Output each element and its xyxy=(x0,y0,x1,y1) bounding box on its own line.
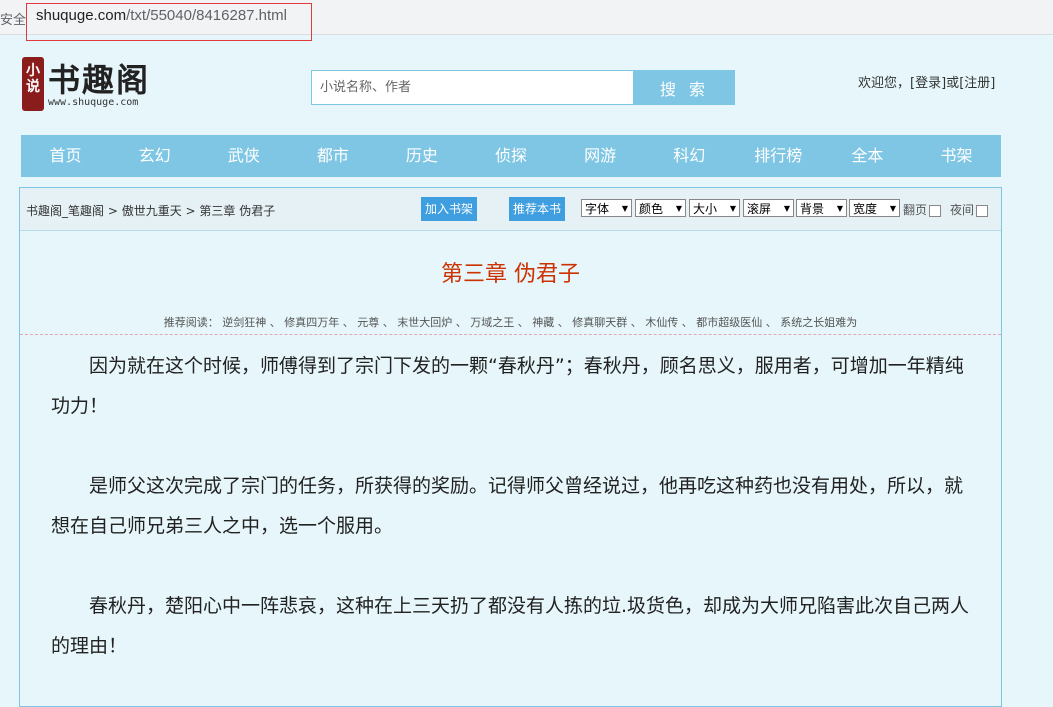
night-mode-checkbox[interactable] xyxy=(976,204,989,217)
background-select[interactable]: 背景 ▼ xyxy=(796,199,847,217)
logo-url: www.shuquge.com xyxy=(48,97,139,108)
nav-ranking[interactable]: 排行榜 xyxy=(734,135,823,177)
main-nav: 首页 玄幻 武侠 都市 历史 侦探 网游 科幻 排行榜 全本 书架 xyxy=(21,135,1001,177)
url-text[interactable]: shuquge.com/txt/55040/8416287.html xyxy=(36,7,287,24)
dropdown-arrow-icon: ▼ xyxy=(836,204,843,213)
logo-title: 书趣阁 xyxy=(48,61,151,99)
nav-lishi[interactable]: 历史 xyxy=(377,135,466,177)
reader-toolbar: 书趣阁_笔趣阁 > 傲世九重天 > 第三章 伪君子 加入书架 推荐本书 字体 ▼ … xyxy=(20,188,1001,231)
color-select[interactable]: 颜色 ▼ xyxy=(635,199,686,217)
divider xyxy=(20,334,1001,335)
dropdown-arrow-icon: ▼ xyxy=(783,204,790,213)
content-paragraph: 春秋丹，楚阳心中一阵悲哀，这种在上三天扔了都没有人拣的垃.圾货色，却成为大师兄陷… xyxy=(51,595,970,657)
nav-wuxia[interactable]: 武侠 xyxy=(199,135,288,177)
nav-xuanhuan[interactable]: 玄幻 xyxy=(110,135,199,177)
breadcrumb-sep: > xyxy=(104,204,122,218)
nav-bookshelf[interactable]: 书架 xyxy=(912,135,1001,177)
night-mode-label: 夜间 xyxy=(950,203,975,217)
breadcrumb: 书趣阁_笔趣阁 > 傲世九重天 > 第三章 伪君子 xyxy=(26,202,275,219)
recommend-book-link[interactable]: 神藏 xyxy=(532,316,554,329)
recommend-label: 推荐阅读： xyxy=(163,316,219,329)
url-domain: shuquge.com xyxy=(36,7,127,24)
breadcrumb-sep: > xyxy=(181,204,200,218)
breadcrumb-site[interactable]: 书趣阁_笔趣阁 xyxy=(26,204,104,218)
breadcrumb-book[interactable]: 傲世九重天 xyxy=(122,204,182,218)
security-label: 安全 xyxy=(0,13,27,28)
dropdown-arrow-icon: ▼ xyxy=(729,204,736,213)
search-input[interactable] xyxy=(311,70,634,105)
browser-address-bar: 安全 shuquge.com/txt/55040/8416287.html xyxy=(0,0,1053,41)
width-select-label: 宽度 xyxy=(853,202,878,216)
recommend-book-link[interactable]: 元尊 xyxy=(357,316,379,329)
night-mode-option: 夜间 xyxy=(950,201,989,218)
site-logo[interactable]: 小说 书趣阁 www.shuquge.com xyxy=(20,55,160,115)
register-link[interactable]: [注册] xyxy=(959,76,995,91)
recommend-book-link[interactable]: 修真聊天群 xyxy=(572,316,627,329)
dropdown-arrow-icon: ▼ xyxy=(675,204,682,213)
content-paragraph: 是师父这次完成了宗门的任务，所获得的奖励。记得师父曾经说过，他再吃这种药也没有用… xyxy=(51,475,964,537)
reader-panel: 书趣阁_笔趣阁 > 傲世九重天 > 第三章 伪君子 加入书架 推荐本书 字体 ▼ … xyxy=(19,187,1002,707)
nav-wangyou[interactable]: 网游 xyxy=(556,135,645,177)
page-flip-option: 翻页 xyxy=(903,201,942,218)
welcome-text: 欢迎您， xyxy=(858,76,911,91)
recommend-book-link[interactable]: 系统之长姐难为 xyxy=(780,316,857,329)
nav-dushi[interactable]: 都市 xyxy=(288,135,377,177)
size-select[interactable]: 大小 ▼ xyxy=(689,199,740,217)
font-select-label: 字体 xyxy=(585,202,610,216)
page-flip-label: 翻页 xyxy=(903,203,928,217)
scroll-select[interactable]: 滚屏 ▼ xyxy=(743,199,794,217)
recommend-book-link[interactable]: 都市超级医仙 xyxy=(696,316,762,329)
nav-zhentan[interactable]: 侦探 xyxy=(466,135,555,177)
or-text: 或 xyxy=(946,76,960,91)
chapter-content: 因为就在这个时候，师傅得到了宗门下发的一颗“春秋丹”；春秋丹，顾名思义，服用者，… xyxy=(51,346,976,706)
user-links: 欢迎您，[登录]或[注册] xyxy=(858,72,995,91)
recommend-book-link[interactable]: 末世大回炉 xyxy=(397,316,452,329)
breadcrumb-chapter: 第三章 伪君子 xyxy=(199,204,276,218)
recommend-book-link[interactable]: 木仙传 xyxy=(645,316,678,329)
url-path: /txt/55040/8416287.html xyxy=(126,7,288,24)
width-select[interactable]: 宽度 ▼ xyxy=(849,199,900,217)
color-select-label: 颜色 xyxy=(639,202,664,216)
dropdown-arrow-icon: ▼ xyxy=(889,204,896,213)
size-select-label: 大小 xyxy=(693,202,718,216)
search-button[interactable]: 搜 索 xyxy=(634,70,735,105)
login-link[interactable]: [登录] xyxy=(910,76,946,91)
chapter-title: 第三章 伪君子 xyxy=(441,262,580,287)
logo-seal: 小说 xyxy=(22,57,44,111)
recommend-book-link[interactable]: 修真四万年 xyxy=(284,316,339,329)
recommend-book-button[interactable]: 推荐本书 xyxy=(509,197,566,221)
recommend-book-link[interactable]: 逆剑狂神 xyxy=(222,316,266,329)
scroll-select-label: 滚屏 xyxy=(747,202,772,216)
page-flip-checkbox[interactable] xyxy=(929,204,942,217)
nav-home[interactable]: 首页 xyxy=(21,135,110,177)
content-paragraph: 因为就在这个时候，师傅得到了宗门下发的一颗“春秋丹”；春秋丹，顾名思义，服用者，… xyxy=(51,355,964,417)
recommend-book-link[interactable]: 万域之王 xyxy=(470,316,514,329)
recommend-reading: 推荐阅读： 逆剑狂神 、 修真四万年 、 元尊 、 末世大回炉 、 万域之王 、… xyxy=(163,316,858,329)
background-select-label: 背景 xyxy=(800,202,825,216)
font-select[interactable]: 字体 ▼ xyxy=(581,199,632,217)
nav-complete[interactable]: 全本 xyxy=(823,135,912,177)
add-to-shelf-button[interactable]: 加入书架 xyxy=(421,197,478,221)
nav-kehuan[interactable]: 科幻 xyxy=(645,135,734,177)
search-bar: 搜 索 xyxy=(311,70,735,105)
dropdown-arrow-icon: ▼ xyxy=(621,204,628,213)
